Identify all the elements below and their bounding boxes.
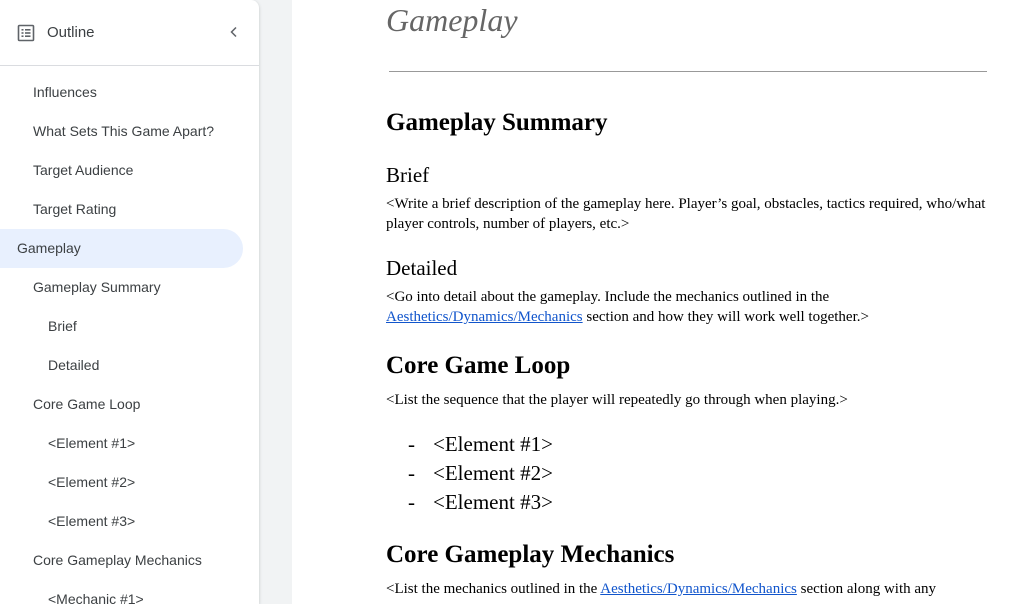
heading-detailed: Detailed: [386, 256, 458, 280]
outline-item[interactable]: <Element #1>: [0, 424, 259, 463]
heading-gameplay-summary: Gameplay Summary: [386, 109, 608, 136]
heading-core-game-loop: Core Game Loop: [386, 352, 571, 379]
chevron-left-icon: [230, 26, 237, 38]
aesthetics-link-2[interactable]: Aesthetics/Dynamics/Mechanics: [600, 581, 797, 597]
outline-sidebar: Outline Influences What Sets This Game Ap…: [0, 0, 259, 604]
outline-title: Outline: [47, 24, 95, 41]
collapse-outline-button[interactable]: [222, 20, 246, 44]
outline-item[interactable]: Detailed: [0, 346, 259, 385]
detailed-paragraph: <Go into detail about the gameplay. Incl…: [386, 287, 986, 327]
outline-list-icon: [17, 24, 35, 42]
brief-text: <Write a brief description of the gamepl…: [386, 196, 986, 232]
loop-element-text: <Element #2>: [433, 461, 553, 485]
outline-item[interactable]: <Mechanic #1>: [0, 580, 259, 604]
detailed-text-before: <Go into detail about the gameplay. Incl…: [386, 289, 830, 305]
loop-text: <List the sequence that the player will …: [386, 392, 848, 408]
outline-header: Outline: [0, 0, 259, 66]
outline-item[interactable]: What Sets This Game Apart?: [0, 112, 259, 151]
loop-element-item: - <Element #2>: [408, 459, 553, 488]
mechanics-paragraph: <List the mechanics outlined in the Aest…: [386, 579, 986, 599]
outline-item[interactable]: Gameplay Summary: [0, 268, 259, 307]
bullet-dash: -: [408, 490, 415, 514]
document-page: Gameplay Gameplay Summary Brief <Write a…: [292, 0, 1024, 604]
loop-element-text: <Element #3>: [433, 490, 553, 514]
outline-item[interactable]: Brief: [0, 307, 259, 346]
loop-element-item: - <Element #1>: [408, 430, 553, 459]
doc-title: Gameplay: [386, 2, 518, 38]
outline-item[interactable]: Target Audience: [0, 151, 259, 190]
mechanics-text-before: <List the mechanics outlined in the: [386, 581, 601, 597]
outline-item[interactable]: <Element #2>: [0, 463, 259, 502]
outline-item[interactable]: Core Game Loop: [0, 385, 259, 424]
aesthetics-link[interactable]: Aesthetics/Dynamics/Mechanics: [386, 309, 583, 325]
loop-element-text: <Element #1>: [433, 432, 553, 456]
heading-brief: Brief: [386, 163, 430, 187]
mechanics-text-after: section along with any: [796, 581, 937, 597]
outline-item[interactable]: <Element #3>: [0, 502, 259, 541]
loop-element-list: - <Element #1> - <Element #2> - <Element #3>: [408, 430, 553, 517]
outline-item[interactable]: Gameplay: [0, 229, 243, 268]
bullet-dash: -: [408, 432, 415, 456]
outline-item[interactable]: Core Gameplay Mechanics: [0, 541, 259, 580]
horizontal-rule: [389, 71, 987, 72]
loop-element-item: - <Element #3>: [408, 488, 553, 517]
outline-list: Influences What Sets This Game Apart? Targ…: [0, 73, 259, 604]
bullet-dash: -: [408, 461, 415, 485]
heading-core-gameplay-mechanics: Core Gameplay Mechanics: [386, 541, 675, 568]
detailed-text-after: section and how they will work well toge…: [582, 309, 869, 325]
outline-item[interactable]: Target Rating: [0, 190, 259, 229]
outline-item[interactable]: Influences: [0, 73, 259, 112]
